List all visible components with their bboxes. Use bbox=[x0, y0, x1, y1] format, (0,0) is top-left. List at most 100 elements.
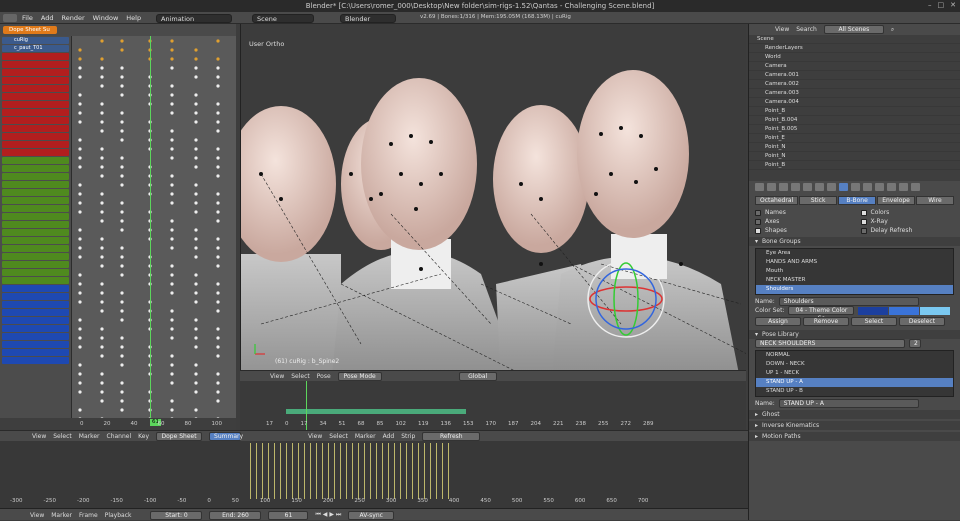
properties-tab-icon[interactable] bbox=[815, 183, 824, 191]
keyframe[interactable] bbox=[120, 264, 123, 267]
keyframe[interactable] bbox=[216, 345, 219, 348]
keyframe[interactable] bbox=[194, 228, 197, 231]
properties-tab-icon[interactable] bbox=[911, 183, 920, 191]
menu-view[interactable]: View bbox=[32, 433, 46, 440]
keyframe[interactable] bbox=[170, 336, 173, 339]
keyframe[interactable] bbox=[120, 399, 123, 402]
keyframe[interactable] bbox=[120, 318, 123, 321]
keyframe[interactable] bbox=[216, 111, 219, 114]
keyframe[interactable] bbox=[194, 237, 197, 240]
keyframe[interactable] bbox=[194, 156, 197, 159]
keyframe[interactable] bbox=[194, 327, 197, 330]
3d-viewport[interactable]: User Ortho bbox=[240, 24, 746, 370]
keyframe[interactable] bbox=[78, 237, 81, 240]
bone-channel[interactable] bbox=[2, 93, 69, 100]
keyframe[interactable] bbox=[216, 381, 219, 384]
collapsed-panel[interactable]: ▸Inverse Kinematics bbox=[749, 421, 960, 430]
outliner-item[interactable]: World bbox=[749, 53, 960, 62]
keyframe[interactable] bbox=[100, 57, 103, 60]
scene-select[interactable]: Scene bbox=[252, 14, 314, 23]
keyframe[interactable] bbox=[170, 354, 173, 357]
keyframe[interactable] bbox=[216, 147, 219, 150]
keyframe[interactable] bbox=[100, 66, 103, 69]
keyframe[interactable] bbox=[120, 75, 123, 78]
library-count[interactable]: 2 bbox=[909, 339, 921, 348]
properties-tab-icon[interactable] bbox=[839, 183, 848, 191]
keyframe[interactable] bbox=[170, 156, 173, 159]
keyframe[interactable] bbox=[78, 381, 81, 384]
bone-channel[interactable] bbox=[2, 157, 69, 164]
keyframe[interactable] bbox=[170, 39, 173, 42]
keyframe[interactable] bbox=[120, 210, 123, 213]
option-row[interactable]: X-Ray bbox=[855, 217, 960, 226]
collapsed-panel[interactable]: ▸Motion Paths bbox=[749, 432, 960, 441]
option-row[interactable]: Names bbox=[749, 208, 855, 217]
keyframe[interactable] bbox=[170, 408, 173, 411]
keyframe[interactable] bbox=[78, 282, 81, 285]
keyframe[interactable] bbox=[100, 399, 103, 402]
menu-render[interactable]: Render bbox=[61, 12, 84, 24]
keyframe[interactable] bbox=[216, 165, 219, 168]
keyframe[interactable] bbox=[100, 84, 103, 87]
menu-select[interactable]: Select bbox=[53, 433, 72, 440]
mode-select[interactable]: Pose Mode bbox=[338, 372, 382, 381]
keyframe[interactable] bbox=[194, 318, 197, 321]
bone-channel[interactable] bbox=[2, 357, 69, 364]
keyframe[interactable] bbox=[78, 372, 81, 375]
keyframe[interactable] bbox=[100, 336, 103, 339]
keyframe[interactable] bbox=[100, 156, 103, 159]
keyframe[interactable] bbox=[120, 309, 123, 312]
option-row[interactable]: Shapes bbox=[749, 226, 855, 235]
keyframe[interactable] bbox=[78, 93, 81, 96]
menu-key[interactable]: Key bbox=[138, 433, 149, 440]
menu-view[interactable]: View bbox=[30, 512, 44, 519]
keyframe[interactable] bbox=[216, 174, 219, 177]
keyframe[interactable] bbox=[170, 228, 173, 231]
bone-channel[interactable] bbox=[2, 261, 69, 268]
menu-add[interactable]: Add bbox=[41, 12, 54, 24]
bone-group-item[interactable]: HANDS AND ARMS bbox=[756, 258, 953, 267]
keyframe[interactable] bbox=[120, 120, 123, 123]
keyframe[interactable] bbox=[170, 327, 173, 330]
keyframe[interactable] bbox=[120, 219, 123, 222]
menu-view[interactable]: View bbox=[270, 373, 284, 380]
outliner-item[interactable]: Point_E bbox=[749, 134, 960, 143]
properties-tab-icon[interactable] bbox=[875, 183, 884, 191]
bone-channel[interactable] bbox=[2, 341, 69, 348]
keyframe[interactable] bbox=[100, 300, 103, 303]
keyframe[interactable] bbox=[170, 381, 173, 384]
bone-channel[interactable] bbox=[2, 205, 69, 212]
keyframe[interactable] bbox=[100, 345, 103, 348]
keyframe[interactable] bbox=[78, 345, 81, 348]
sequencer-menu-select[interactable]: Select bbox=[329, 433, 348, 440]
keyframe[interactable] bbox=[120, 390, 123, 393]
color-set-select[interactable]: 04 - Theme Color Se bbox=[788, 306, 854, 315]
outliner-item[interactable]: Point_N bbox=[749, 143, 960, 152]
keyframe[interactable] bbox=[78, 192, 81, 195]
keyframe[interactable] bbox=[120, 354, 123, 357]
keyframe[interactable] bbox=[216, 264, 219, 267]
outliner-item[interactable]: Point_B.004 bbox=[749, 116, 960, 125]
keyframe[interactable] bbox=[194, 372, 197, 375]
collapsed-panel[interactable]: ▸Ghost bbox=[749, 410, 960, 419]
keyframe[interactable] bbox=[216, 309, 219, 312]
keyframe[interactable] bbox=[100, 174, 103, 177]
keyframe[interactable] bbox=[216, 129, 219, 132]
outliner-item[interactable]: Camera.002 bbox=[749, 80, 960, 89]
keyframe[interactable] bbox=[194, 75, 197, 78]
bone-channel[interactable] bbox=[2, 229, 69, 236]
bone-channel[interactable] bbox=[2, 189, 69, 196]
keyframe[interactable] bbox=[100, 381, 103, 384]
keyframe[interactable] bbox=[100, 219, 103, 222]
bone-channel[interactable] bbox=[2, 269, 69, 276]
keyframe[interactable] bbox=[216, 399, 219, 402]
keyframe[interactable] bbox=[120, 228, 123, 231]
keyframe[interactable] bbox=[194, 120, 197, 123]
menu-playback[interactable]: Playback bbox=[105, 512, 132, 519]
bone-channel[interactable] bbox=[2, 85, 69, 92]
bone-group-button[interactable]: Assign bbox=[755, 317, 801, 326]
keyframe[interactable] bbox=[100, 372, 103, 375]
keyframe[interactable] bbox=[120, 156, 123, 159]
keyframe[interactable] bbox=[120, 408, 123, 411]
checkbox[interactable] bbox=[861, 219, 867, 225]
